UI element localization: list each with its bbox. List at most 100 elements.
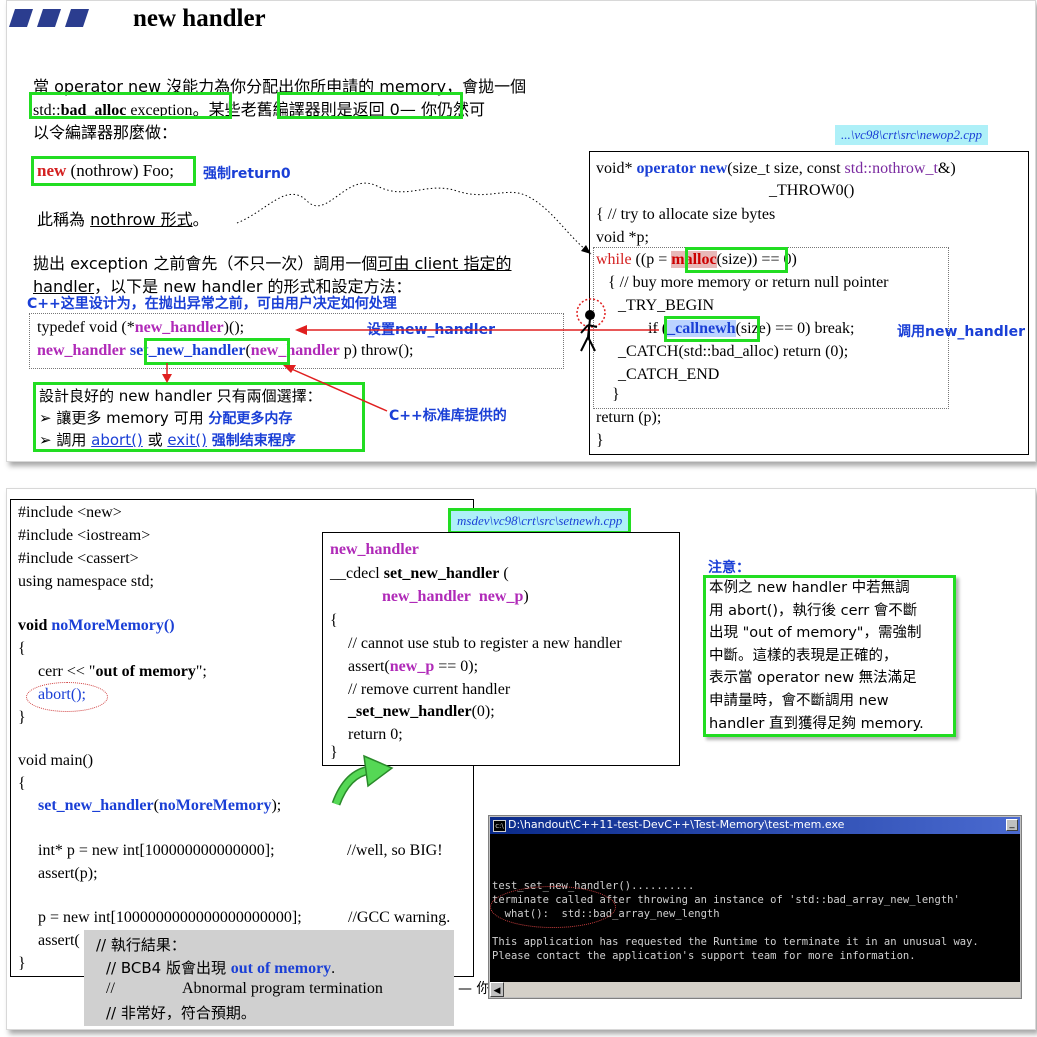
para2-l1-a: 拋出 exception 之前會先（不只一次）調用一個 <box>33 254 378 273</box>
typedef-name: new_handler <box>134 319 224 336</box>
main-line-1: #include <new> <box>18 504 122 521</box>
snh-param-type: new_handler <box>382 588 471 605</box>
snh-cdecl: __cdecl <box>330 565 384 582</box>
note-line: 用 abort()，執行後 cerr 會不斷 <box>709 602 918 619</box>
snh-assert-param: new_p <box>389 658 435 675</box>
code-operator-new: operator new <box>636 160 728 177</box>
console-horizontal-scrollbar[interactable]: ◀ <box>490 982 1020 997</box>
nomorememory-arg: noMoreMemory <box>158 797 272 814</box>
snh-param-name: new_p <box>478 588 524 605</box>
main-line-11: { <box>18 775 26 792</box>
result-line-4: // 非常好，符合預期。 <box>106 1004 256 1022</box>
snh-line-1: new_handler <box>330 541 419 558</box>
snh-line-4: { <box>330 612 338 629</box>
code-line-9: _CATCH(std::bad_alloc) return (0); <box>618 343 849 360</box>
main-line-9: } <box>18 709 26 726</box>
result-line-3b: Abnormal program termination <box>182 980 383 997</box>
snh-paren: ( <box>499 565 509 582</box>
more-memory-text: 讓更多 memory 可用 <box>56 409 204 427</box>
snh-assert-rest: == 0); <box>434 658 479 675</box>
code-line-4: void *p; <box>596 229 649 246</box>
callnewh-highlight <box>664 316 760 342</box>
scroll-left-button[interactable]: ◀ <box>490 982 504 997</box>
main-line-4: using namespace std; <box>18 573 154 590</box>
setnewh-file-label: msdev\vc98\crt\src\setnewh.cpp <box>448 508 632 534</box>
note-lines: 本例之 new handler 中若無調 用 abort()，執行後 cerr … <box>709 577 924 735</box>
note-line: 本例之 new handler 中若無調 <box>709 580 910 596</box>
result-line-1: // 執行結果： <box>96 936 186 954</box>
code-line-7: _TRY_BEGIN <box>618 297 714 314</box>
title-stripes <box>9 9 109 32</box>
code-line-13: } <box>596 432 604 449</box>
stdlib-note: C++标准库提供的 <box>389 408 507 424</box>
code-void-ptr: void* <box>596 160 637 177</box>
console-window: c:\ D:\handout\C++11-test-DevC++\Test-Me… <box>488 815 1022 999</box>
decl-return-type: new_handler <box>37 342 126 359</box>
bullet-arrow-icon: ➢ <box>39 409 52 427</box>
more-memory-note: 分配更多内存 <box>208 411 293 427</box>
main-line-3: #include <cassert> <box>18 550 139 567</box>
call-text: 調用 <box>56 431 92 449</box>
code-while: while <box>596 251 632 268</box>
snh-internal-call: _set_new_handler <box>348 703 472 720</box>
code-while-cond: ((p = <box>631 251 672 268</box>
nomorememory-def: noMoreMemory() <box>51 617 175 634</box>
code-line-11: } <box>612 386 620 403</box>
main-line-6: { <box>18 640 26 657</box>
note-line: handler 直到獲得足夠 memory. <box>709 715 924 732</box>
cerr-prefix: cerr << " <box>38 663 96 680</box>
main-line-10: void main() <box>18 752 94 769</box>
slide-title: new handler <box>133 5 266 32</box>
snh-line-7: // remove current handler <box>348 681 511 698</box>
note-line: 中斷。這樣的表現是正確的， <box>709 647 898 664</box>
main-line-14: assert(p); <box>38 865 98 882</box>
main-line-12: set_new_handler(noMoreMemory); <box>38 797 281 815</box>
console-minimize-button[interactable]: _ <box>1006 819 1018 831</box>
main-line-5: void noMoreMemory() <box>18 617 175 635</box>
out-of-memory-str: out of memory <box>95 663 196 680</box>
console-line: This application has requested the Runti… <box>492 936 979 948</box>
set-new-handler-call: set_new_handler <box>38 797 154 814</box>
abort-link: abort() <box>91 431 143 449</box>
set-new-handler-highlight <box>144 338 290 365</box>
cerr-suffix: "; <box>195 663 207 680</box>
decl-rest: p) throw(); <box>339 342 414 359</box>
main-line-16: assert( <box>38 932 80 949</box>
console-title: D:\handout\C++11-test-DevC++\Test-Memory… <box>508 818 845 831</box>
result-dot: . <box>331 960 336 977</box>
typedef-c: )(); <box>223 319 245 336</box>
note-line: 申請量時，會不斷調用 new <box>709 692 889 709</box>
call-paren-close: ); <box>271 797 282 814</box>
note-line: 表示當 operator new 無法滿足 <box>709 670 917 687</box>
abort-circle <box>26 682 108 712</box>
title-stripes-icon <box>9 9 89 27</box>
nothrow-form-term: nothrow 形式 <box>90 210 193 229</box>
typedef-a: typedef void (* <box>37 319 135 336</box>
force-exit-note: 强制结束程序 <box>211 433 296 449</box>
main-line-2: #include <iostream> <box>18 527 151 544</box>
code-line-10: _CATCH_END <box>618 366 720 383</box>
code-line-3: { // try to allocate size bytes <box>596 206 776 223</box>
main-line-13: int* p = new int[100000000000000]; <box>38 842 275 859</box>
console-error-circle <box>490 886 616 928</box>
nothrow-note: 强制return0 <box>203 166 291 182</box>
snh-line-6: assert(new_p == 0); <box>348 658 478 676</box>
good-line1: 設計良好的 new handler 只有兩個選擇： <box>39 387 322 405</box>
console-output: test_set_new_handler().......... termina… <box>490 834 1020 982</box>
snh-close: ) <box>523 588 529 605</box>
note-title: 注意： <box>708 560 750 576</box>
main-line-17: } <box>18 955 26 972</box>
para2-l1-b: 可由 client 指定的 <box>377 254 512 273</box>
malloc-highlight <box>685 247 788 273</box>
result-bcb4: // BCB4 版會出現 <box>106 959 231 977</box>
call-handler-note: 调用new_handler <box>897 324 1025 340</box>
result-oom: out of memory <box>230 960 332 977</box>
console-titlebar: c:\ D:\handout\C++11-test-DevC++\Test-Me… <box>490 817 1020 834</box>
or-text: 或 <box>142 431 168 449</box>
main-line-15-comment: //GCC warning. <box>348 909 451 926</box>
snh-line-2: __cdecl set_new_handler ( <box>330 565 509 583</box>
snh-line-5: // cannot use stub to register a new han… <box>348 635 622 652</box>
green-curved-arrow-icon <box>331 754 394 806</box>
main-line-7: cerr << "out of memory"; <box>38 663 207 681</box>
code-line-1: void* operator new(size_t size, const st… <box>596 160 956 178</box>
